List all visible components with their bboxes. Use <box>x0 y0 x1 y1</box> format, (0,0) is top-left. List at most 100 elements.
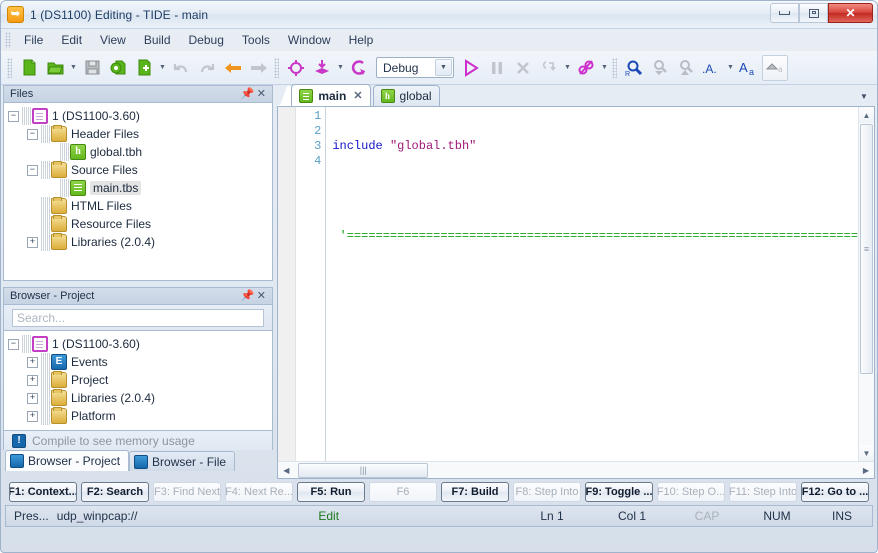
toolbar-grip-3[interactable] <box>612 57 617 78</box>
tree-item-project[interactable]: − 1 (DS1100-3.60) <box>8 107 272 125</box>
browser-item-events[interactable]: + E Events <box>8 353 272 371</box>
menu-help[interactable]: Help <box>340 30 383 50</box>
add-file-dropdown[interactable]: ▼ <box>157 55 168 81</box>
expander-minus-icon[interactable]: − <box>8 338 19 350</box>
hscroll-thumb[interactable]: ||| <box>298 462 429 478</box>
expander-minus-icon[interactable]: − <box>27 164 38 176</box>
browser-item-project-folder[interactable]: + Project <box>8 371 272 389</box>
files-tree[interactable]: − 1 (DS1100-3.60) − Header Files h globa… <box>3 103 274 281</box>
chevron-down-icon[interactable]: ▼ <box>435 59 452 76</box>
browser-item-platform[interactable]: + Platform <box>8 407 272 425</box>
maximize-button[interactable] <box>799 3 828 23</box>
fkey-f12[interactable]: F12: Go to ... <box>801 482 869 502</box>
scroll-down-icon[interactable]: ▼ <box>858 445 874 461</box>
fkey-f9[interactable]: F9: Toggle ... <box>585 482 653 502</box>
expander-plus-icon[interactable]: + <box>27 356 38 368</box>
expander-plus-icon[interactable]: + <box>27 392 38 404</box>
expander-plus-icon[interactable]: + <box>27 236 38 248</box>
close-button[interactable]: ✕ <box>828 3 873 23</box>
font-size-dropdown[interactable]: ▼ <box>725 55 736 81</box>
minimize-button[interactable] <box>770 3 799 23</box>
search-input[interactable] <box>12 308 265 327</box>
fkey-f8[interactable]: F8: Step Into <box>513 482 581 502</box>
scroll-left-icon[interactable]: ◀ <box>278 462 294 478</box>
browser-tab-file[interactable]: Browser - File <box>129 451 236 471</box>
redo-button[interactable] <box>194 55 220 81</box>
menu-tools[interactable]: Tools <box>233 30 279 50</box>
expander-plus-icon[interactable]: + <box>27 374 38 386</box>
close-icon[interactable]: ✕ <box>353 89 362 102</box>
bookmark-gutter[interactable] <box>278 107 297 461</box>
close-icon[interactable]: ✕ <box>254 289 268 303</box>
scroll-up-icon[interactable]: ▲ <box>858 107 874 123</box>
expander-plus-icon[interactable]: + <box>27 410 38 422</box>
editor-horizontal-scrollbar[interactable]: ◀ ||| ▶ <box>278 461 874 478</box>
browser-item-project[interactable]: − 1 (DS1100-3.60) <box>8 335 272 353</box>
step-dropdown[interactable]: ▼ <box>562 55 573 81</box>
code-text-area[interactable]: include "global.tbh" '==================… <box>326 107 858 461</box>
menu-view[interactable]: View <box>91 30 135 50</box>
fkey-f5[interactable]: F5: Run <box>297 482 365 502</box>
open-file-dropdown[interactable]: ▼ <box>68 55 79 81</box>
pin-icon[interactable]: 📌 <box>240 289 254 303</box>
stop-button[interactable] <box>510 55 536 81</box>
editor-vertical-scrollbar[interactable]: ▲ ≡ ▼ <box>858 107 874 461</box>
fkey-f7[interactable]: F7: Build <box>441 482 509 502</box>
tree-item-header-files[interactable]: − Header Files <box>8 125 272 143</box>
toolbar-grip-1[interactable] <box>7 57 12 78</box>
open-file-button[interactable] <box>42 55 68 81</box>
menu-file[interactable]: File <box>15 30 52 50</box>
project-settings-button[interactable] <box>105 55 131 81</box>
font-button[interactable]: Aa <box>736 55 762 81</box>
breakpoint-dropdown[interactable]: ▼ <box>599 55 610 81</box>
tree-item-resource-files[interactable]: Resource Files <box>8 215 272 233</box>
build-config-combo[interactable]: Debug ▼ <box>376 57 454 78</box>
fkey-f4[interactable]: F4: Next Re... <box>225 482 293 502</box>
fkey-f11[interactable]: F11: Step Into <box>729 482 797 502</box>
find-prev-button[interactable] <box>647 55 673 81</box>
add-file-button[interactable] <box>131 55 157 81</box>
scroll-right-icon[interactable]: ▶ <box>858 462 874 478</box>
target-button[interactable] <box>283 55 309 81</box>
tree-item-global-tbh[interactable]: h global.tbh <box>8 143 272 161</box>
collapse-button[interactable]: a <box>762 54 788 81</box>
browser-item-libraries[interactable]: + Libraries (2.0.4) <box>8 389 272 407</box>
tree-item-libraries[interactable]: + Libraries (2.0.4) <box>8 233 272 251</box>
menu-build[interactable]: Build <box>135 30 180 50</box>
download-dropdown[interactable]: ▼ <box>335 55 346 81</box>
editor-tab-global[interactable]: h global <box>372 85 440 106</box>
vscroll-thumb[interactable]: ≡ <box>860 124 873 374</box>
expander-minus-icon[interactable]: − <box>8 110 19 122</box>
browser-tab-project[interactable]: Browser - Project <box>5 450 130 471</box>
font-size-button[interactable]: .A. <box>699 55 725 81</box>
tree-item-html-files[interactable]: HTML Files <box>8 197 272 215</box>
chevron-down-icon[interactable]: ▼ <box>857 89 871 103</box>
tree-item-main-tbs[interactable]: main.tbs <box>8 179 272 197</box>
hscroll-track[interactable]: ||| <box>294 462 858 478</box>
new-file-button[interactable] <box>16 55 42 81</box>
fkey-f6[interactable]: F6 <box>369 482 437 502</box>
editor-viewport[interactable]: 1 2 3 4 include "global.tbh" '==========… <box>278 107 874 461</box>
tree-item-source-files[interactable]: − Source Files <box>8 161 272 179</box>
find-next-button[interactable] <box>673 55 699 81</box>
save-button[interactable] <box>79 55 105 81</box>
step-button[interactable] <box>536 55 562 81</box>
undo-button[interactable] <box>168 55 194 81</box>
fkey-f2[interactable]: F2: Search <box>81 482 149 502</box>
breakpoint-button[interactable] <box>573 55 599 81</box>
browser-tree[interactable]: − 1 (DS1100-3.60) + E Events + Project +… <box>3 331 274 431</box>
find-replace-button[interactable]: R <box>621 55 647 81</box>
menu-grip[interactable] <box>5 32 11 48</box>
pin-icon[interactable]: 📌 <box>240 87 254 101</box>
close-icon[interactable]: ✕ <box>254 87 268 101</box>
toolbar-grip-2[interactable] <box>274 57 279 78</box>
editor-tab-main[interactable]: main ✕ <box>291 84 371 106</box>
expander-minus-icon[interactable]: − <box>27 128 38 140</box>
fkey-f1[interactable]: F1: Context... <box>9 482 77 502</box>
download-layers-button[interactable] <box>309 55 335 81</box>
menu-debug[interactable]: Debug <box>180 30 233 50</box>
menu-edit[interactable]: Edit <box>52 30 91 50</box>
run-button[interactable] <box>458 55 484 81</box>
pause-button[interactable] <box>484 55 510 81</box>
back-button[interactable] <box>220 55 246 81</box>
